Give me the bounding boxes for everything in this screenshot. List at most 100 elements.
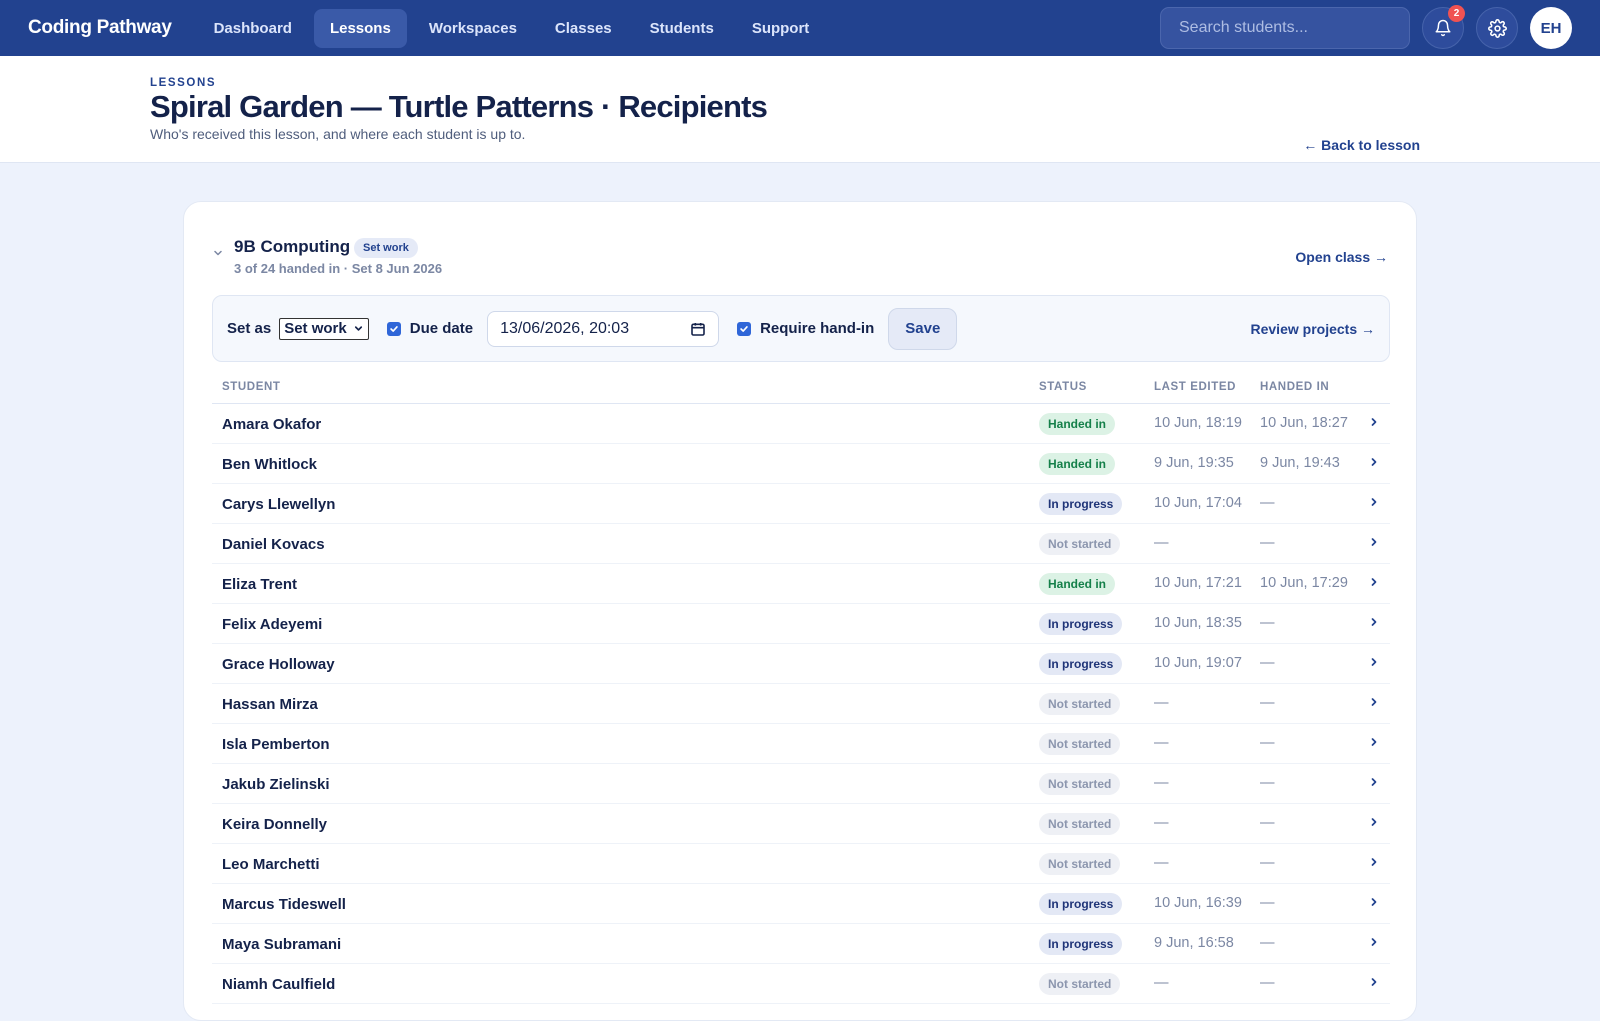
status-badge: Not started xyxy=(1039,693,1121,715)
status-badge: Not started xyxy=(1039,853,1121,875)
student-name: Ben Whitlock xyxy=(222,456,318,473)
chevron-right-icon[interactable] xyxy=(1368,816,1380,828)
require-handin-toggle: Require hand-in xyxy=(737,320,874,337)
due-date-field[interactable]: 13/06/2026, 20:03 xyxy=(487,310,720,347)
column-header-status[interactable]: STATUS xyxy=(1039,381,1087,393)
brand-logo[interactable]: Coding Pathway xyxy=(28,17,172,39)
nav-item-classes[interactable]: Classes xyxy=(539,9,628,48)
table-row[interactable]: Isla Pemberton Not started — — xyxy=(212,724,1390,764)
table-row[interactable]: Ben Whitlock Handed in 9 Jun, 19:35 9 Jun, … xyxy=(212,444,1390,484)
student-name: Carys Llewellyn xyxy=(222,496,336,513)
student-name: Daniel Kovacs xyxy=(222,536,325,553)
status-badge: Not started xyxy=(1039,773,1121,795)
student-name: Marcus Tideswell xyxy=(222,896,346,913)
notifications-button[interactable]: 2 xyxy=(1422,5,1465,49)
class-meta: 3 of 24 handed in · Set 8 Jun 2026 xyxy=(234,261,443,276)
nav-item-support[interactable]: Support xyxy=(736,9,826,48)
last-edited-cell: — xyxy=(1154,815,1169,831)
chevron-down-icon[interactable] xyxy=(212,247,224,259)
table-row[interactable]: Felix Adeyemi In progress 10 Jun, 18:35 — xyxy=(212,604,1390,644)
table-row[interactable]: Hassan Mirza Not started — — xyxy=(212,684,1390,724)
nav-item-dashboard[interactable]: Dashboard xyxy=(198,9,308,48)
table-row[interactable]: Carys Llewellyn In progress 10 Jun, 17:04 — xyxy=(212,484,1390,524)
chevron-right-icon[interactable] xyxy=(1368,936,1380,948)
column-header-student[interactable]: STUDENT xyxy=(222,381,281,393)
chevron-right-icon[interactable] xyxy=(1368,576,1380,588)
chevron-right-icon[interactable] xyxy=(1368,616,1380,628)
status-badge: Handed in xyxy=(1039,413,1116,435)
last-edited-cell: — xyxy=(1154,855,1169,871)
nav-right-group: 2 EH xyxy=(1160,5,1572,49)
handed-in-cell: — xyxy=(1260,815,1275,831)
column-header-handed-in[interactable]: HANDED IN xyxy=(1260,381,1329,393)
check-icon xyxy=(740,325,748,332)
table-row[interactable]: Marcus Tideswell In progress 10 Jun, 16:39… xyxy=(212,884,1390,924)
last-edited-cell: 9 Jun, 19:35 xyxy=(1154,455,1234,471)
table-row[interactable]: Grace Holloway In progress 10 Jun, 19:07 — xyxy=(212,644,1390,684)
table-row[interactable]: Eliza Trent Handed in 10 Jun, 17:21 10 Jun,… xyxy=(212,564,1390,604)
user-avatar[interactable]: EH xyxy=(1530,7,1572,49)
table-row[interactable]: Leo Marchetti Not started — — xyxy=(212,844,1390,884)
nav-item-workspaces[interactable]: Workspaces xyxy=(413,9,533,48)
calendar-icon[interactable] xyxy=(690,321,706,337)
last-edited-cell: 10 Jun, 18:35 xyxy=(1154,615,1242,631)
last-edited-cell: — xyxy=(1154,735,1169,751)
last-edited-cell: — xyxy=(1154,775,1169,791)
back-to-lesson-link[interactable]: ← Back to lesson xyxy=(1303,137,1420,153)
last-edited-cell: — xyxy=(1154,695,1169,711)
nav-item-lessons[interactable]: Lessons xyxy=(313,8,407,48)
chevron-right-icon[interactable] xyxy=(1368,736,1380,748)
settings-button[interactable] xyxy=(1476,7,1518,49)
table-row[interactable]: Niamh Caulfield Not started — — xyxy=(212,964,1390,1004)
chevron-right-icon[interactable] xyxy=(1368,776,1380,788)
set-as-select[interactable]: Set work xyxy=(279,317,369,340)
student-name: Felix Adeyemi xyxy=(222,616,323,633)
save-button[interactable]: Save xyxy=(888,307,958,350)
review-projects-link[interactable]: Review projects → xyxy=(1251,321,1376,337)
chevron-right-icon[interactable] xyxy=(1368,456,1380,468)
student-name: Maya Subramani xyxy=(222,936,342,953)
class-name: 9B Computing xyxy=(234,237,351,256)
status-badge: Not started xyxy=(1039,973,1121,995)
handed-in-cell: 10 Jun, 17:29 xyxy=(1260,575,1348,591)
student-name: Isla Pemberton xyxy=(222,736,330,753)
student-name: Eliza Trent xyxy=(222,576,298,593)
handed-in-cell: — xyxy=(1260,735,1275,751)
table-row[interactable]: Maya Subramani In progress 9 Jun, 16:58 — xyxy=(212,924,1390,964)
nav-item-students[interactable]: Students xyxy=(634,9,730,48)
column-header-last-edited[interactable]: LAST EDITED xyxy=(1154,381,1236,393)
last-edited-cell: 10 Jun, 17:04 xyxy=(1154,495,1242,511)
last-edited-cell: 9 Jun, 16:58 xyxy=(1154,935,1234,951)
handed-in-cell: 9 Jun, 19:43 xyxy=(1260,455,1340,471)
table-row[interactable]: Amara Okafor Handed in 10 Jun, 18:19 10 Jun… xyxy=(212,404,1390,444)
chevron-right-icon[interactable] xyxy=(1368,536,1380,548)
last-edited-cell: 10 Jun, 17:21 xyxy=(1154,575,1242,591)
chevron-right-icon[interactable] xyxy=(1368,656,1380,668)
table-row[interactable]: Keira Donnelly Not started — — xyxy=(212,804,1390,844)
handed-in-cell: — xyxy=(1260,495,1275,511)
last-edited-cell: — xyxy=(1154,975,1169,991)
chevron-right-icon[interactable] xyxy=(1368,496,1380,508)
chevron-right-icon[interactable] xyxy=(1368,856,1380,868)
student-name: Amara Okafor xyxy=(222,416,322,433)
handed-in-cell: — xyxy=(1260,855,1275,871)
status-badge: Not started xyxy=(1039,813,1121,835)
class-header: 9B Computing Set work 3 of 24 handed in … xyxy=(212,235,1388,276)
status-badge: Handed in xyxy=(1039,573,1116,595)
table-body: Amara Okafor Handed in 10 Jun, 18:19 10 Jun… xyxy=(212,404,1390,1004)
open-class-link[interactable]: Open class → xyxy=(1295,249,1388,265)
chevron-right-icon[interactable] xyxy=(1368,976,1380,988)
search-input[interactable] xyxy=(1160,7,1410,49)
table-header: STUDENT STATUS LAST EDITED HANDED IN xyxy=(212,372,1390,404)
last-edited-cell: 10 Jun, 18:19 xyxy=(1154,415,1242,431)
chevron-right-icon[interactable] xyxy=(1368,896,1380,908)
due-date-checkbox[interactable] xyxy=(386,321,401,336)
breadcrumb-eyebrow: LESSONS xyxy=(150,77,217,89)
chevron-right-icon[interactable] xyxy=(1368,416,1380,428)
student-name: Hassan Mirza xyxy=(222,696,318,713)
table-row[interactable]: Jakub Zielinski Not started — — xyxy=(212,764,1390,804)
table-row[interactable]: Daniel Kovacs Not started — — xyxy=(212,524,1390,564)
student-name: Niamh Caulfield xyxy=(222,976,336,993)
require-handin-checkbox[interactable] xyxy=(737,321,752,336)
chevron-right-icon[interactable] xyxy=(1368,696,1380,708)
